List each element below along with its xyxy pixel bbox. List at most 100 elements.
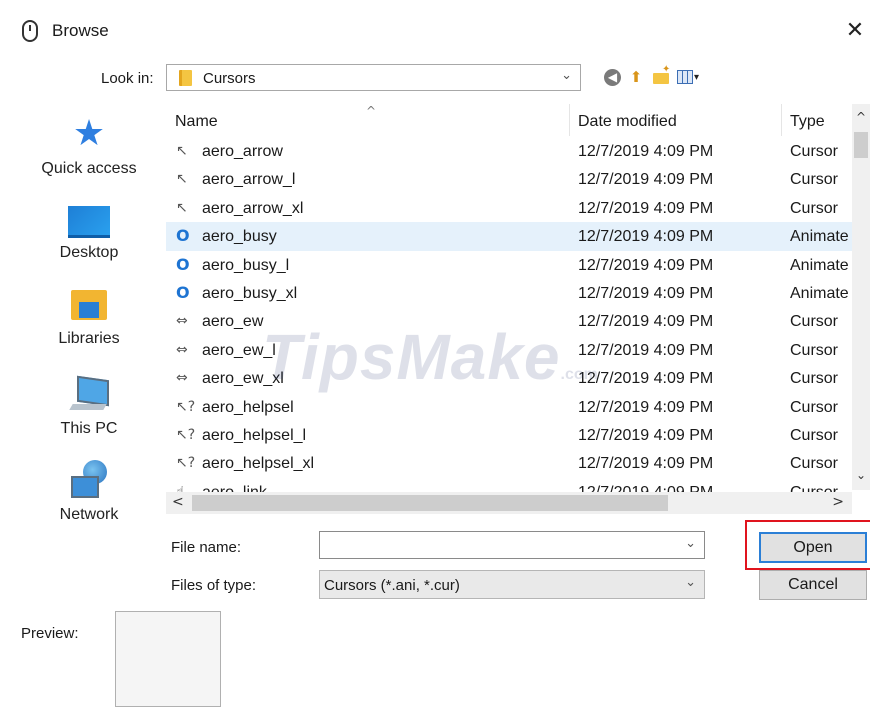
- file-date-modified: 12/7/2019 4:09 PM: [578, 199, 714, 217]
- place-label: Quick access: [41, 160, 137, 177]
- file-name: aero_helpsel_xl: [202, 455, 315, 473]
- column-header-type[interactable]: Type: [790, 113, 825, 131]
- chevron-down-icon[interactable]: ⌄: [685, 536, 696, 551]
- file-date-modified: 12/7/2019 4:09 PM: [578, 455, 714, 473]
- file-name: aero_busy_xl: [202, 284, 298, 302]
- look-in-label: Look in:: [101, 70, 154, 87]
- file-type: Cursor: [790, 370, 839, 388]
- file-type: Cursor: [790, 143, 839, 160]
- files-of-type-value: Cursors (*.ani, *.cur): [324, 577, 460, 594]
- chevron-down-icon[interactable]: ⌄: [561, 68, 572, 83]
- place-label: Desktop: [59, 244, 119, 261]
- file-type: Cursor: [790, 426, 839, 444]
- files-of-type-dropdown[interactable]: Cursors (*.ani, *.cur) ⌄: [319, 570, 705, 599]
- scroll-up-icon[interactable]: ^: [852, 110, 870, 124]
- column-divider[interactable]: [569, 104, 570, 136]
- file-name: aero_helpsel_l: [202, 426, 307, 444]
- resize-ew-icon: ⇔: [176, 370, 188, 387]
- scroll-right-icon[interactable]: >: [832, 494, 844, 510]
- file-name: aero_arrow_xl: [202, 199, 304, 217]
- preview-pane: [115, 611, 221, 707]
- navigation-toolbar: ◀ ⬆ ▾: [604, 64, 699, 88]
- column-header-date[interactable]: Date modified: [578, 113, 677, 131]
- file-name: aero_arrow: [202, 143, 283, 160]
- file-row[interactable]: ☝ aero_link 12/7/2019 4:09 PM Cursor: [166, 478, 852, 492]
- back-icon[interactable]: ◀: [604, 68, 621, 86]
- title-bar: Browse ✕: [0, 0, 870, 64]
- file-row[interactable]: ↖ aero_arrow_l 12/7/2019 4:09 PM Cursor: [166, 165, 852, 193]
- files-of-type-label: Files of type:: [171, 577, 257, 594]
- file-date-modified: 12/7/2019 4:09 PM: [578, 398, 714, 416]
- busy-ring-icon: O: [176, 254, 190, 274]
- file-type: Animate: [790, 284, 849, 302]
- file-date-modified: 12/7/2019 4:09 PM: [578, 228, 714, 246]
- place-network[interactable]: Network: [28, 460, 150, 524]
- file-name-input[interactable]: ⌄: [319, 531, 705, 559]
- file-list[interactable]: ^ Name Date modified Type ↖ aero_arrow 12/…: [166, 104, 852, 492]
- busy-ring-icon: O: [176, 226, 190, 246]
- this-pc-icon: [69, 374, 109, 414]
- scroll-down-icon[interactable]: ⌄: [852, 468, 870, 482]
- arrow-cursor-icon: ↖: [176, 199, 188, 216]
- horizontal-scroll-thumb[interactable]: [192, 495, 668, 511]
- busy-ring-icon: O: [176, 282, 190, 302]
- horizontal-scrollbar[interactable]: < >: [166, 492, 852, 514]
- file-type: Cursor: [790, 313, 839, 331]
- file-row[interactable]: Oaero_busy_xl 12/7/2019 4:09 PM Animate: [166, 279, 852, 307]
- up-folder-icon[interactable]: ⬆: [627, 68, 645, 86]
- file-row[interactable]: Oaero_busy_l 12/7/2019 4:09 PM Animate: [166, 251, 852, 279]
- file-row[interactable]: ↖? aero_helpsel_xl 12/7/2019 4:09 PM Cursor: [166, 449, 852, 477]
- libraries-icon: [69, 288, 109, 324]
- file-name: aero_busy_l: [202, 256, 290, 274]
- help-select-icon: ↖?: [176, 398, 196, 415]
- file-row[interactable]: ⇔ aero_ew 12/7/2019 4:09 PM Cursor: [166, 307, 852, 335]
- file-date-modified: 12/7/2019 4:09 PM: [578, 171, 714, 189]
- file-row[interactable]: ↖? aero_helpsel 12/7/2019 4:09 PM Cursor: [166, 393, 852, 421]
- file-type: Cursor: [790, 484, 852, 492]
- resize-ew-icon: ⇔: [176, 313, 188, 330]
- place-this-pc[interactable]: This PC: [28, 374, 150, 438]
- file-name-label: File name:: [171, 539, 242, 556]
- file-row[interactable]: Oaero_busy 12/7/2019 4:09 PM Animate: [166, 222, 852, 251]
- vertical-scrollbar[interactable]: ^ ⌄: [852, 104, 870, 490]
- resize-ew-icon: ⇔: [176, 341, 188, 358]
- file-date-modified: 12/7/2019 4:09 PM: [578, 426, 714, 444]
- file-row[interactable]: ⇔ aero_ew_l 12/7/2019 4:09 PM Cursor: [166, 336, 852, 364]
- file-date-modified: 12/7/2019 4:09 PM: [578, 313, 714, 331]
- open-button[interactable]: Open: [759, 532, 867, 563]
- file-type: Cursor: [790, 398, 839, 416]
- file-name: aero_ew_l: [202, 341, 276, 359]
- place-desktop[interactable]: Desktop: [28, 206, 150, 262]
- file-row[interactable]: ⇔ aero_ew_xl 12/7/2019 4:09 PM Cursor: [166, 364, 852, 392]
- cancel-button[interactable]: Cancel: [759, 570, 867, 600]
- place-quick-access[interactable]: ★ Quick access: [28, 114, 150, 178]
- file-row[interactable]: ↖ aero_arrow_xl 12/7/2019 4:09 PM Cursor: [166, 194, 852, 222]
- file-type: Cursor: [790, 199, 839, 217]
- sort-ascending-icon: ^: [366, 104, 377, 118]
- arrow-cursor-icon: ↖: [176, 171, 188, 188]
- column-divider[interactable]: [781, 104, 782, 136]
- folder-icon: [179, 70, 192, 86]
- view-menu-arrow-icon[interactable]: ▾: [694, 72, 699, 83]
- file-name: aero_helpsel: [202, 398, 294, 416]
- network-icon: [69, 460, 109, 500]
- places-bar: ★ Quick access Desktop Libraries This PC…: [28, 104, 150, 534]
- close-button[interactable]: ✕: [840, 12, 870, 50]
- scroll-left-icon[interactable]: <: [172, 494, 184, 510]
- file-date-modified: 12/7/2019 4:09 PM: [578, 143, 714, 160]
- file-row[interactable]: ↖? aero_helpsel_l 12/7/2019 4:09 PM Cursor: [166, 421, 852, 449]
- new-folder-icon[interactable]: [651, 64, 671, 85]
- file-row[interactable]: ↖ aero_arrow 12/7/2019 4:09 PM Cursor: [166, 137, 852, 165]
- file-type: Cursor: [790, 171, 839, 189]
- column-header-name[interactable]: Name: [175, 113, 218, 131]
- file-type: Animate: [790, 256, 849, 274]
- view-menu-icon[interactable]: [677, 70, 693, 84]
- look-in-dropdown[interactable]: Cursors ⌄: [166, 64, 581, 91]
- look-in-value: Cursors: [203, 70, 256, 87]
- place-label: Libraries: [58, 330, 120, 347]
- file-type: Cursor: [790, 455, 839, 473]
- file-date-modified: 12/7/2019 4:09 PM: [578, 484, 713, 492]
- vertical-scroll-thumb[interactable]: [854, 132, 868, 158]
- chevron-down-icon[interactable]: ⌄: [685, 575, 696, 590]
- place-libraries[interactable]: Libraries: [28, 288, 150, 348]
